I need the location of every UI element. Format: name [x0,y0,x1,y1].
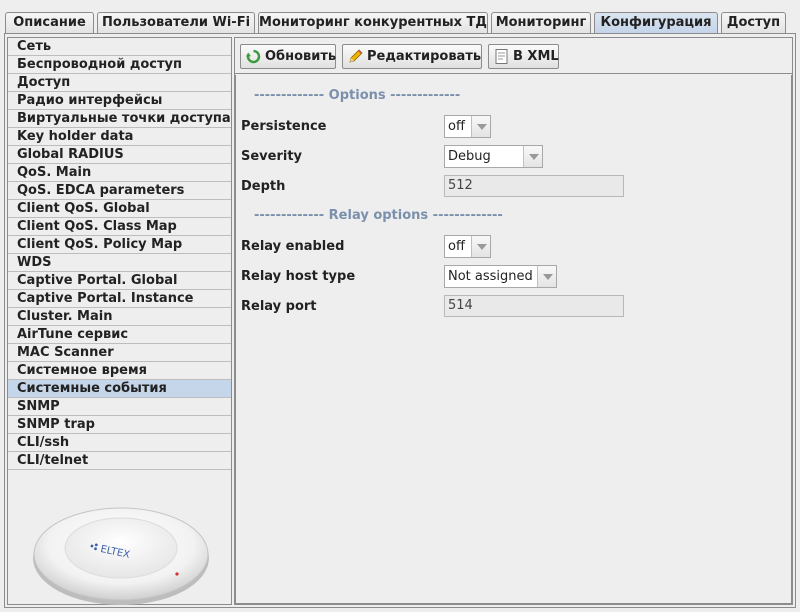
persistence-select[interactable]: off [444,115,491,138]
edit-label: Редактировать [367,49,482,64]
severity-label: Severity [241,149,303,164]
sidebar-item-virtual-access-points[interactable]: Виртуальные точки доступа [8,110,231,128]
relay-host-type-select[interactable]: Not assigned [444,265,557,288]
sidebar-item-global-radius[interactable]: Global RADIUS [8,146,231,164]
sidebar-item-qos-main[interactable]: QoS. Main [8,164,231,182]
sidebar-item-key-holder-data[interactable]: Key holder data [8,128,231,146]
depth-label: Depth [241,179,286,194]
persistence-value: off [448,119,465,134]
relay-enabled-label: Relay enabled [241,239,345,254]
edit-button[interactable]: Редактировать [342,44,482,69]
sidebar-item-cli-telnet[interactable]: CLI/telnet [8,452,231,470]
sidebar-item-wds[interactable]: WDS [8,254,231,272]
tab-competitor-monitoring[interactable]: Мониторинг конкурентных ТД [258,12,488,34]
sidebar: Сеть Беспроводной доступ Доступ Радио ин… [7,37,232,605]
sidebar-item-client-qos-policy-map[interactable]: Client QoS. Policy Map [8,236,231,254]
tab-description[interactable]: Описание [5,12,94,34]
tab-configuration[interactable]: Конфигурация [594,12,718,34]
sidebar-item-cli-ssh[interactable]: CLI/ssh [8,434,231,452]
sidebar-item-system-events[interactable]: Системные события [8,380,231,398]
options-section-title: ------------- Options ------------- [254,88,461,103]
tab-access[interactable]: Доступ [721,12,786,34]
relay-host-type-label: Relay host type [241,269,356,284]
xml-label: В XML [513,49,559,64]
tab-wifi-users[interactable]: Пользователи Wi-Fi [97,12,255,34]
relay-port-label: Relay port [241,299,317,314]
sidebar-list: Сеть Беспроводной доступ Доступ Радио ин… [8,38,231,470]
sidebar-item-radio-interfaces[interactable]: Радио интерфейсы [8,92,231,110]
refresh-label: Обновить [265,49,337,64]
severity-select[interactable]: Debug [444,145,543,168]
chevron-down-icon[interactable] [523,146,542,167]
sidebar-item-network[interactable]: Сеть [8,38,231,56]
sidebar-item-qos-edca[interactable]: QoS. EDCA parameters [8,182,231,200]
relay-enabled-value: off [448,239,465,254]
relay-options-section-title: ------------- Relay options ------------… [254,208,503,223]
toolbar: Обновить Редактировать В XML [235,38,792,74]
sidebar-item-captive-portal-global[interactable]: Captive Portal. Global [8,272,231,290]
relay-enabled-select[interactable]: off [444,235,491,258]
main-frame: Сеть Беспроводной доступ Доступ Радио ин… [4,33,796,608]
content-panel: Обновить Редактировать В XML -----------… [234,37,793,605]
sidebar-item-snmp[interactable]: SNMP [8,398,231,416]
relay-host-type-value: Not assigned [448,269,533,284]
sidebar-item-cluster-main[interactable]: Cluster. Main [8,308,231,326]
document-icon [495,49,508,64]
sidebar-item-mac-scanner[interactable]: MAC Scanner [8,344,231,362]
chevron-down-icon[interactable] [471,236,490,257]
tab-monitoring[interactable]: Мониторинг [491,12,591,34]
sidebar-item-system-time[interactable]: Системное время [8,362,231,380]
sidebar-item-access[interactable]: Доступ [8,74,231,92]
chevron-down-icon[interactable] [471,116,490,137]
sidebar-item-wireless-access[interactable]: Беспроводной доступ [8,56,231,74]
sidebar-item-client-qos-global[interactable]: Client QoS. Global [8,200,231,218]
sidebar-item-snmp-trap[interactable]: SNMP trap [8,416,231,434]
to-xml-button[interactable]: В XML [488,44,559,69]
chevron-down-icon[interactable] [537,266,556,287]
settings-form: ------------- Options ------------- Pers… [235,75,792,604]
pencil-icon [349,49,363,63]
depth-field[interactable]: 512 [444,175,624,197]
access-point-device-image: ELTEX [33,507,209,605]
persistence-label: Persistence [241,119,327,134]
refresh-icon [246,49,261,64]
severity-value: Debug [448,149,491,164]
sidebar-item-client-qos-class-map[interactable]: Client QoS. Class Map [8,218,231,236]
sidebar-item-captive-portal-instance[interactable]: Captive Portal. Instance [8,290,231,308]
refresh-button[interactable]: Обновить [240,44,336,69]
top-tab-bar: Описание Пользователи Wi-Fi Мониторинг к… [0,0,800,34]
status-led [175,572,179,576]
sidebar-item-airtune[interactable]: AirTune сервис [8,326,231,344]
relay-port-field[interactable]: 514 [444,295,624,317]
